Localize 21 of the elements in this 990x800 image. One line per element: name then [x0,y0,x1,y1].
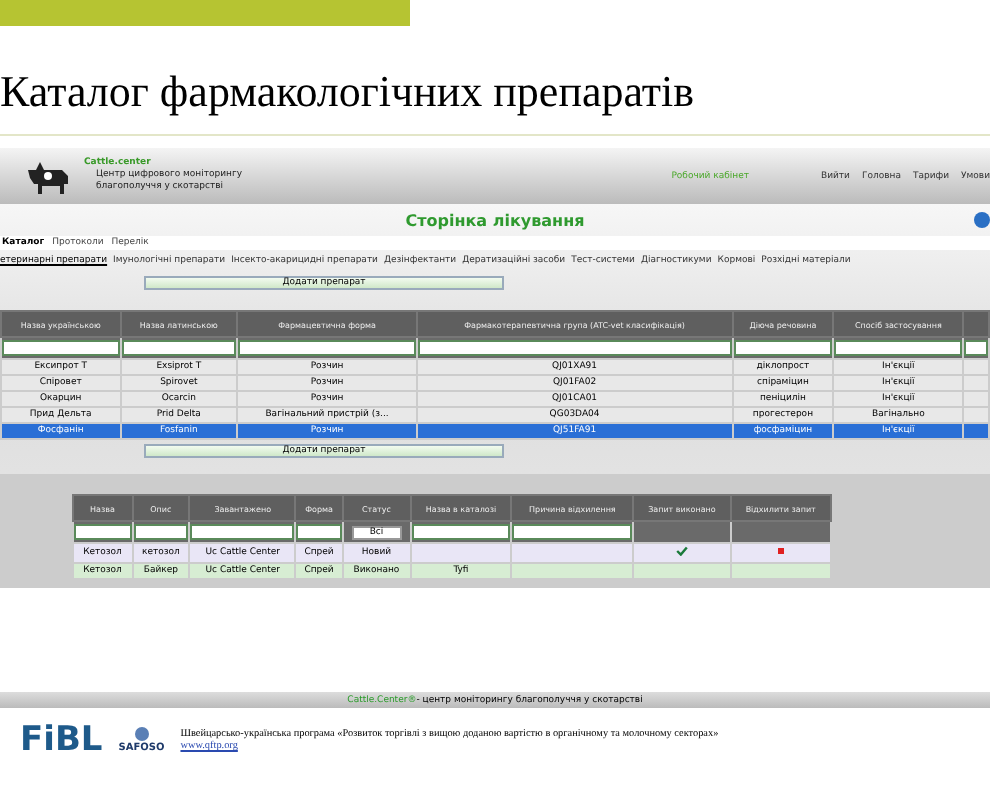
filter-field[interactable] [190,524,295,540]
filter-field[interactable] [74,524,131,540]
filter-field[interactable] [238,340,416,356]
filter-field[interactable] [417,340,732,356]
filter-field[interactable] [133,524,189,540]
filter-field[interactable] [2,340,120,356]
filter-field[interactable] [733,340,833,356]
fibl-logo: FiBL [20,720,103,760]
filter-field[interactable] [296,524,342,540]
globe-icon [129,726,154,742]
checkmark-icon[interactable] [675,546,688,556]
filter-field[interactable] [834,340,962,356]
filter-field[interactable] [411,524,511,540]
cow-icon [24,158,72,194]
slide-title: Каталог фармакологічних препаратів [0,66,697,118]
help-icon[interactable] [974,212,990,228]
filter-field[interactable] [964,340,988,356]
page-title: Сторінка лікування [405,211,585,229]
filter-field[interactable] [512,524,633,540]
reject-icon[interactable] [777,548,784,554]
filter-field[interactable] [121,340,237,356]
